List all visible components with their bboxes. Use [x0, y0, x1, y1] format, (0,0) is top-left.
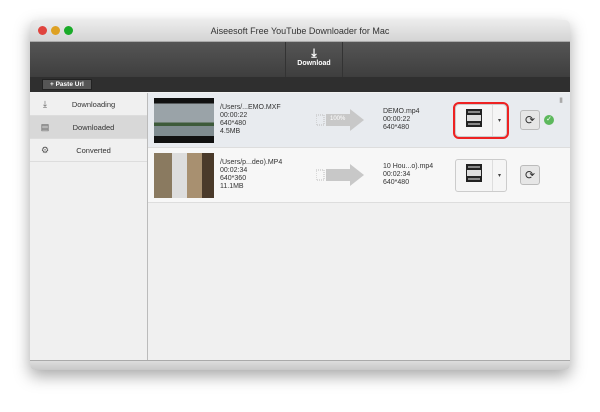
progress-arrow [316, 164, 371, 186]
format-selector[interactable]: ▾ [453, 101, 509, 139]
app-window: Aiseesoft Free YouTube Downloader for Ma… [30, 20, 570, 370]
sidebar-item-downloaded[interactable]: ▤ Downloaded [30, 116, 147, 139]
trash-icon[interactable]: ▮ [559, 96, 563, 104]
close-button[interactable] [38, 26, 47, 35]
toolbar: ⤓ Download [30, 42, 570, 77]
source-resolution: 640*480 [220, 120, 247, 127]
film-icon [456, 108, 492, 133]
sidebar-item-label: Downloaded [72, 122, 115, 132]
source-duration: 00:00:22 [220, 112, 248, 119]
source-path: /Users/...EMO.MXF [220, 104, 281, 111]
sidebar-item-converted[interactable]: ⚙ Converted [30, 139, 147, 162]
chevron-down-icon[interactable]: ▾ [492, 159, 506, 191]
output-resolution: 640*480 [383, 179, 410, 186]
zoom-button[interactable] [64, 26, 73, 35]
window-title: Aiseesoft Free YouTube Downloader for Ma… [210, 26, 390, 36]
progress-text: 100% [330, 116, 346, 122]
download-label: Download [297, 60, 331, 67]
source-duration: 00:02:34 [220, 167, 248, 174]
status-bar [30, 360, 570, 370]
output-duration: 00:00:22 [383, 116, 411, 123]
paste-bar: + Paste Url [30, 77, 570, 92]
output-duration: 00:02:34 [383, 171, 411, 178]
list-item[interactable]: /Users/...EMO.MXF 00:00:22 640*480 4.5MB 10… [148, 93, 570, 148]
source-size: 4.5MB [220, 128, 241, 135]
source-resolution: 640*360 [220, 175, 247, 182]
convert-button[interactable]: ⟳ [520, 110, 540, 130]
downloaded-icon: ▤ [40, 121, 50, 132]
source-path: /Users/p...deo).MP4 [220, 159, 283, 166]
download-icon: ⤓ [43, 98, 47, 109]
output-name: 10 Hou...o).mp4 [383, 163, 434, 170]
download-icon: ⤓ [311, 46, 317, 60]
video-thumbnail [154, 152, 214, 198]
format-selector[interactable]: ▾ [455, 158, 507, 192]
paste-url-button[interactable]: + Paste Url [42, 79, 92, 90]
output-resolution: 640*480 [383, 124, 410, 131]
minimize-button[interactable] [51, 26, 60, 35]
sidebar-item-downloading[interactable]: ⤓ Downloading [30, 93, 147, 116]
film-icon [456, 163, 492, 188]
chevron-down-icon[interactable]: ▾ [492, 104, 506, 136]
source-size: 11.1MB [220, 183, 244, 190]
progress-arrow: 100% [316, 109, 371, 131]
sidebar-item-label: Downloading [71, 99, 116, 109]
video-thumbnail [154, 97, 214, 143]
check-icon: ✓ [544, 115, 554, 125]
sidebar: ⤓ Downloading ▤ Downloaded ⚙ Converted [30, 93, 148, 360]
convert-button[interactable]: ⟳ [520, 165, 540, 185]
file-list: /Users/...EMO.MXF 00:00:22 640*480 4.5MB 10… [148, 93, 570, 360]
output-name: DEMO.mp4 [383, 108, 420, 115]
list-item[interactable]: /Users/p...deo).MP4 00:02:34 640*360 11.1MB… [148, 148, 570, 203]
sidebar-item-label: Converted [76, 145, 111, 155]
download-button[interactable]: ⤓ Download [285, 42, 343, 77]
converted-icon: ⚙ [40, 144, 50, 155]
title-bar: Aiseesoft Free YouTube Downloader for Ma… [30, 20, 570, 42]
